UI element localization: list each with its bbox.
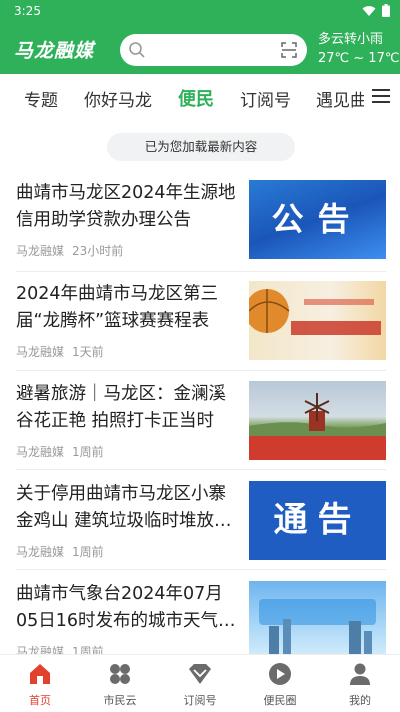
- diamond-icon: [189, 664, 211, 684]
- news-thumbnail: 通告: [249, 481, 386, 560]
- news-thumbnail: [249, 381, 386, 460]
- weather-temperature: 27℃ ~ 17℃: [318, 51, 400, 66]
- news-source: 马龙融媒: [16, 345, 65, 359]
- home-icon: [30, 664, 50, 684]
- news-time: 1周前: [72, 445, 104, 459]
- news-title: 曲靖市气象台2024年07月05日16时发布的城市天气…: [16, 584, 236, 631]
- divider: [16, 370, 386, 371]
- weather-condition: 多云转小雨: [318, 32, 384, 47]
- wifi-icon: [362, 5, 376, 16]
- news-source: 马龙融媒: [16, 244, 65, 258]
- status-bar: 3:25: [0, 0, 400, 24]
- nav-label: 首页: [29, 694, 51, 707]
- tab-yujianqu[interactable]: 遇见曲: [316, 86, 364, 111]
- nav-profile[interactable]: 我的: [320, 655, 400, 712]
- divider: [16, 271, 386, 272]
- nav-label: 便民圈: [263, 694, 297, 707]
- news-time: 1周前: [72, 545, 104, 559]
- refresh-toast: 已为您加载最新内容: [107, 133, 295, 161]
- nav-label: 我的: [349, 694, 371, 707]
- app-header: 马龙融媒 多云转小雨 27℃ ~ 17℃: [0, 24, 400, 74]
- play-circle-icon: [269, 663, 291, 685]
- battery-icon: [382, 4, 390, 17]
- divider: [16, 469, 386, 470]
- scan-icon[interactable]: [281, 42, 297, 58]
- news-source: 马龙融媒: [16, 445, 65, 459]
- tab-zhuanti[interactable]: 专题: [24, 86, 58, 111]
- news-source: 马龙融媒: [16, 545, 65, 559]
- nav-subscription[interactable]: 订阅号: [160, 655, 240, 712]
- nav-label: 市民云: [103, 694, 137, 707]
- tab-nihao-malong[interactable]: 你好马龙: [84, 86, 152, 111]
- news-thumbnail: [249, 581, 386, 660]
- nav-label: 订阅号: [183, 694, 217, 707]
- bottom-nav: 首页 市民云 订阅号 便民圈 我的: [0, 654, 400, 711]
- user-icon: [350, 663, 370, 685]
- grid-icon: [110, 664, 130, 684]
- nav-convenience-circle[interactable]: 便民圈: [240, 655, 320, 712]
- divider: [16, 569, 386, 570]
- tab-bianmin[interactable]: 便民: [178, 85, 214, 111]
- news-title: 2024年曲靖市马龙区第三届“龙腾杯”篮球赛赛程表: [16, 284, 219, 331]
- nav-citizen-cloud[interactable]: 市民云: [80, 655, 160, 712]
- news-title: 曲靖市马龙区2024年生源地信用助学贷款办理公告: [16, 183, 236, 230]
- status-time: 3:25: [14, 4, 41, 18]
- tab-dingyuehao[interactable]: 订阅号: [240, 86, 291, 111]
- news-time: 23小时前: [72, 244, 124, 258]
- news-thumbnail: [249, 281, 386, 360]
- news-title: 关于停用曲靖市马龙区小寨金鸡山 建筑垃圾临时堆放…: [16, 484, 232, 531]
- news-thumbnail: 公告: [249, 180, 386, 259]
- search-icon: [129, 42, 145, 58]
- weather-widget[interactable]: 多云转小雨 27℃ ~ 17℃: [318, 30, 399, 68]
- category-tabs: 专题 你好马龙 便民 订阅号 遇见曲: [0, 74, 400, 120]
- menu-icon[interactable]: [372, 88, 390, 104]
- news-title: 避暑旅游｜马龙区：金澜溪谷花正艳 拍照打卡正当时: [16, 384, 226, 431]
- search-input[interactable]: [120, 34, 307, 66]
- nav-home[interactable]: 首页: [0, 655, 80, 712]
- app-logo: 马龙融媒: [14, 40, 95, 62]
- news-time: 1天前: [72, 345, 104, 359]
